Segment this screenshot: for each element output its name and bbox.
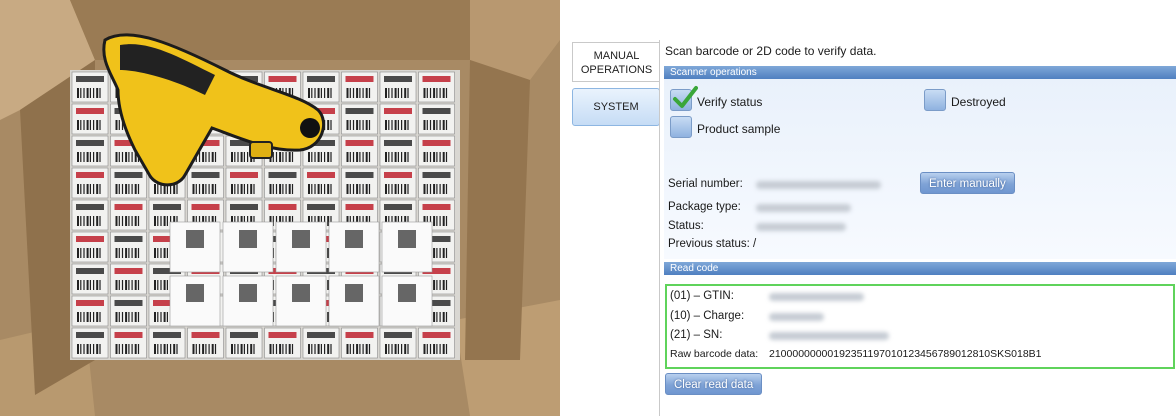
serial-number-value-redacted xyxy=(756,181,881,189)
gtin-value-redacted xyxy=(769,293,864,301)
verify-status-label: Verify status xyxy=(697,95,763,109)
package-type-value-redacted xyxy=(756,204,851,212)
product-sample-label: Product sample xyxy=(697,122,781,136)
previous-status-label: Previous status: / xyxy=(668,238,757,250)
verify-status-checkbox[interactable] xyxy=(670,86,698,111)
status-label: Status: xyxy=(668,220,704,232)
charge-label: (10) – Charge: xyxy=(670,310,745,322)
gtin-label: (01) – GTIN: xyxy=(670,290,734,302)
nav-divider xyxy=(659,40,660,416)
tab-manual-operations[interactable]: MANUAL OPERATIONS xyxy=(572,42,660,82)
charge-value-redacted xyxy=(769,313,824,321)
raw-barcode-value: 21000000000192351197010123456789012810SK… xyxy=(769,348,1042,360)
checkmark-icon xyxy=(673,86,698,108)
instruction-text: Scan barcode or 2D code to verify data. xyxy=(665,44,877,58)
tab-manual-line2: OPERATIONS xyxy=(580,64,653,76)
tab-manual-line1: MANUAL xyxy=(593,50,640,62)
scanner-operations-header: Scanner operations xyxy=(664,66,1176,79)
scanner-box-photo xyxy=(0,0,560,416)
sn-value-redacted xyxy=(769,332,889,340)
read-code-header: Read code xyxy=(664,262,1176,275)
raw-barcode-label: Raw barcode data: xyxy=(670,348,759,360)
serial-number-label: Serial number: xyxy=(668,178,743,190)
status-value-redacted xyxy=(756,223,846,231)
sn-label: (21) – SN: xyxy=(670,329,723,341)
product-sample-checkbox[interactable] xyxy=(670,116,692,138)
destroyed-checkbox[interactable] xyxy=(924,89,946,111)
clear-read-data-button[interactable]: Clear read data xyxy=(665,373,763,395)
enter-manually-button[interactable]: Enter manually xyxy=(920,172,1015,194)
destroyed-label: Destroyed xyxy=(951,95,1006,109)
tab-system[interactable]: SYSTEM xyxy=(572,88,660,126)
package-type-label: Package type: xyxy=(668,201,741,213)
read-code-box: (01) – GTIN: (10) – Charge: (21) – SN: R… xyxy=(665,284,1175,369)
verification-panel: MANUAL OPERATIONS SYSTEM Scan barcode or… xyxy=(568,30,1176,416)
